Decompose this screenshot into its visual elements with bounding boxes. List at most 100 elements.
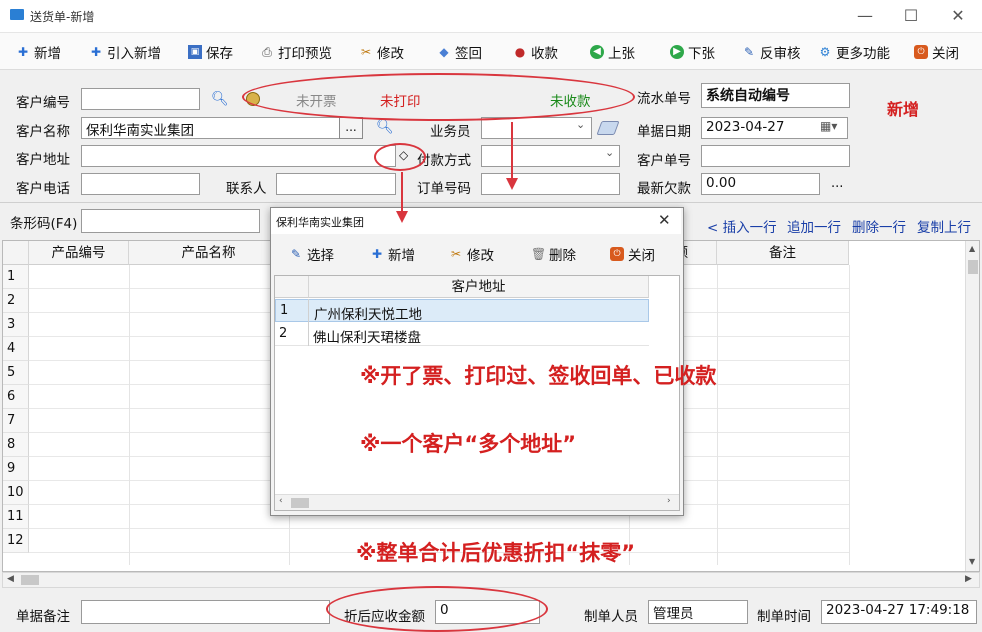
minimize-button[interactable]: — bbox=[855, 6, 875, 26]
contact-input[interactable] bbox=[276, 173, 396, 195]
row-number[interactable]: 9 bbox=[3, 457, 29, 481]
maker-input[interactable]: 管理员 bbox=[648, 600, 748, 624]
discount-highlight-ellipse bbox=[326, 586, 548, 632]
scroll-thumb[interactable] bbox=[291, 498, 309, 508]
close-button[interactable]: ⏻ 关闭 bbox=[914, 42, 959, 62]
row-number[interactable]: 7 bbox=[3, 409, 29, 433]
copy-row-link[interactable]: 复制上行 bbox=[917, 216, 971, 236]
column-header[interactable]: 客户地址 bbox=[309, 276, 649, 298]
column-header[interactable]: 备注 bbox=[717, 241, 849, 265]
printer-icon: ⎙ bbox=[262, 45, 272, 59]
column-header[interactable]: 产品编号 bbox=[29, 241, 129, 265]
doc-edit-icon: ✎ bbox=[290, 247, 302, 261]
prev-button[interactable]: ◀ 上张 bbox=[590, 42, 635, 62]
scroll-down-icon[interactable]: ▼ bbox=[969, 557, 975, 566]
arrow-head bbox=[506, 178, 518, 190]
customer-code-label: 客户编号 bbox=[16, 95, 70, 111]
collect-button[interactable]: ● 收款 bbox=[513, 42, 558, 62]
barcode-input[interactable] bbox=[81, 209, 260, 233]
power-icon: ⏻ bbox=[914, 45, 928, 59]
new-button[interactable]: ✚ 新增 bbox=[16, 42, 61, 62]
dialog-horizontal-scrollbar[interactable]: ‹ › bbox=[275, 494, 679, 510]
customer-name-label: 客户名称 bbox=[16, 124, 70, 140]
unaudit-button[interactable]: ✎ 反审核 bbox=[742, 42, 801, 62]
remark-label: 单据备注 bbox=[16, 609, 70, 625]
row-number[interactable]: 6 bbox=[3, 385, 29, 409]
dialog-grid[interactable]: 客户地址 1 广州保利天悦工地 2 佛山保利天珺楼盘 ‹ › bbox=[274, 275, 680, 511]
annotation-note-2: ※一个客户“多个地址” bbox=[360, 432, 577, 456]
dialog-new-button[interactable]: ✚ 新增 bbox=[370, 244, 415, 264]
scroll-left-icon[interactable]: ‹ bbox=[279, 496, 283, 506]
customer-addr-label: 客户地址 bbox=[16, 152, 70, 168]
scroll-right-icon[interactable]: ▶ bbox=[965, 574, 972, 584]
save-button[interactable]: ▣ 保存 bbox=[188, 42, 233, 62]
row-number[interactable]: 8 bbox=[3, 433, 29, 457]
window-title: 送货单-新增 bbox=[30, 10, 95, 24]
customer-code-input[interactable] bbox=[81, 88, 200, 110]
dialog-delete-button[interactable]: 🗑︎ 删除 bbox=[531, 244, 576, 264]
power-icon: ⏻ bbox=[610, 247, 624, 261]
sign-back-button[interactable]: ◆ 签回 bbox=[437, 42, 482, 62]
scroll-thumb[interactable] bbox=[21, 575, 39, 585]
customer-name-input[interactable]: 保利华南实业集团 bbox=[81, 117, 341, 139]
row-number[interactable]: 10 bbox=[3, 481, 29, 505]
column-header[interactable]: 产品名称 bbox=[129, 241, 289, 265]
dialog-close-button[interactable]: ⏻ 关闭 bbox=[610, 244, 655, 264]
dialog-select-button[interactable]: ✎ 选择 bbox=[289, 244, 334, 264]
scroll-thumb[interactable] bbox=[968, 260, 978, 274]
gear-icon: ⚙ bbox=[819, 45, 831, 59]
table-row[interactable]: 1 广州保利天悦工地 bbox=[275, 299, 649, 323]
make-time-input[interactable]: 2023-04-27 17:49:18 bbox=[821, 600, 977, 624]
scroll-right-icon[interactable]: › bbox=[667, 496, 671, 506]
debt-more-button[interactable]: ... bbox=[831, 176, 843, 191]
dialog-edit-button[interactable]: ✂ 修改 bbox=[449, 244, 494, 264]
arrow-head bbox=[396, 211, 408, 223]
trash-icon: 🗑︎ bbox=[531, 247, 547, 261]
remark-input[interactable] bbox=[81, 600, 330, 624]
customer-doc-label: 客户单号 bbox=[637, 153, 691, 169]
scroll-left-icon[interactable]: ◀ bbox=[7, 574, 14, 584]
row-number[interactable]: 12 bbox=[3, 529, 29, 553]
calendar-icon[interactable]: ▦▾ bbox=[820, 119, 837, 133]
annotation-note-3: ※整单合计后优惠折扣“抹零” bbox=[356, 541, 636, 565]
row-number[interactable]: 4 bbox=[3, 337, 29, 361]
customer-addr-input[interactable] bbox=[81, 145, 396, 167]
more-functions-button[interactable]: ⚙ 更多功能 bbox=[818, 42, 890, 62]
insert-row-link[interactable]: < 插入一行 bbox=[707, 216, 777, 236]
scroll-up-icon[interactable]: ▲ bbox=[969, 244, 975, 253]
horizontal-scrollbar[interactable]: ◀ ▶ bbox=[2, 572, 980, 588]
next-button[interactable]: ▶ 下张 bbox=[670, 42, 715, 62]
toolbar: ✚ 新增 ✚ 引入新增 ▣ 保存 ⎙ 打印预览 ✂ 修改 ◆ 签回 ● 收款 ◀ 上张 ▶ 下张 … bbox=[0, 33, 982, 70]
serial-input[interactable]: 系统自动编号 bbox=[701, 83, 850, 108]
print-preview-button[interactable]: ⎙ 打印预览 bbox=[260, 42, 332, 62]
customer-doc-input[interactable] bbox=[701, 145, 850, 167]
latest-debt-input[interactable]: 0.00 bbox=[701, 173, 820, 195]
search-icon[interactable]: 🔍︎ bbox=[211, 91, 229, 107]
vertical-scrollbar[interactable]: ▲ ▼ bbox=[965, 241, 979, 571]
table-row[interactable]: 2 佛山保利天珺楼盘 bbox=[275, 323, 649, 346]
mode-badge: 新增 bbox=[887, 100, 920, 119]
close-window-button[interactable]: ✕ bbox=[948, 6, 968, 26]
plus-icon: ✚ bbox=[17, 45, 29, 59]
column-divider bbox=[849, 265, 850, 565]
row-number[interactable]: 2 bbox=[3, 289, 29, 313]
row-number[interactable]: 5 bbox=[3, 361, 29, 385]
row-number[interactable]: 1 bbox=[3, 265, 29, 289]
customer-phone-input[interactable] bbox=[81, 173, 200, 195]
delete-row-link[interactable]: 删除一行 bbox=[852, 216, 906, 236]
import-new-button[interactable]: ✚ 引入新增 bbox=[89, 42, 161, 62]
edit-button[interactable]: ✂ 修改 bbox=[359, 42, 404, 62]
balls-icon: ● bbox=[514, 45, 526, 59]
barcode-label: 条形码(F4) bbox=[10, 216, 78, 232]
row-number[interactable]: 3 bbox=[3, 313, 29, 337]
title-bar: 送货单-新增 — ☐ ✕ bbox=[0, 0, 982, 33]
maximize-button[interactable]: ☐ bbox=[901, 6, 921, 26]
eraser-icon[interactable] bbox=[596, 121, 620, 135]
dialog-close-icon[interactable]: ✕ bbox=[658, 211, 671, 229]
row-number[interactable]: 11 bbox=[3, 505, 29, 529]
make-time-label: 制单时间 bbox=[757, 609, 811, 625]
column-divider bbox=[129, 265, 130, 565]
browse-customer-button[interactable]: ... bbox=[339, 117, 363, 139]
eraser-icon: ◆ bbox=[439, 45, 449, 59]
append-row-link[interactable]: 追加一行 bbox=[787, 216, 841, 236]
